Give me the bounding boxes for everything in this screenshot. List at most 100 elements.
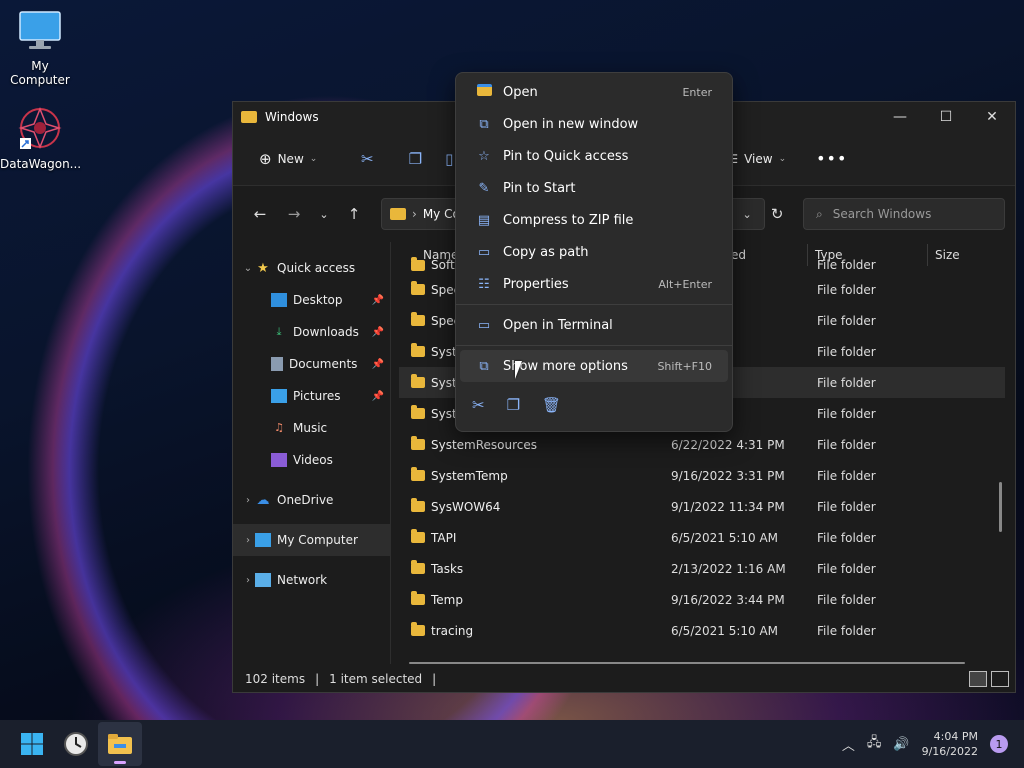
details-view-icon[interactable] — [969, 671, 987, 687]
notification-badge[interactable]: 1 — [990, 735, 1008, 753]
more-icon[interactable]: ••• — [816, 149, 847, 168]
sidebar-item-label: Documents — [289, 357, 358, 371]
terminal-icon: ▭ — [477, 317, 491, 333]
file-type: File folder — [817, 530, 876, 545]
status-bar: 102 items | 1 item selected | — [233, 666, 1015, 692]
chevron-down-icon[interactable]: ⌄ — [241, 263, 255, 274]
status-divider: | — [315, 672, 320, 686]
new-button[interactable]: ⊕ New ⌄ — [251, 144, 325, 174]
menu-item-copy-as-path[interactable]: ▭ Copy as path — [460, 236, 728, 268]
menu-item-label: Open in new window — [503, 116, 639, 132]
desktop-icon — [271, 293, 287, 307]
volume-icon[interactable]: 🔊 — [893, 737, 909, 752]
windows-logo-icon — [21, 733, 43, 755]
menu-item-open-in-terminal[interactable]: ▭ Open in Terminal — [460, 309, 728, 341]
video-icon — [271, 453, 287, 467]
sidebar-item-documents[interactable]: Documents 📌 — [233, 348, 390, 380]
up-arrow-icon[interactable]: ↑ — [337, 205, 371, 223]
table-row[interactable]: TAPI 6/5/2021 5:10 AM File folder — [399, 522, 1005, 553]
chevron-right-icon[interactable]: › — [241, 495, 255, 506]
view-label: View — [744, 151, 773, 166]
menu-item-compress-to-zip-file[interactable]: ▤ Compress to ZIP file — [460, 204, 728, 236]
sidebar-item-label: Network — [277, 573, 328, 587]
clock-app-button[interactable] — [54, 722, 98, 766]
minimize-button[interactable]: — — [877, 102, 923, 132]
document-icon — [271, 357, 283, 371]
file-name: Temp — [431, 592, 463, 607]
desktop-icon-datawagon[interactable]: DataWagon... — [0, 106, 81, 171]
refresh-icon[interactable]: ↻ — [771, 205, 784, 223]
cloud-icon: ☁ — [256, 493, 270, 508]
folder-icon — [411, 498, 425, 512]
delete-icon[interactable]: 🗑 — [542, 396, 561, 414]
sidebar-item-label: My Computer — [277, 533, 358, 547]
maximize-button[interactable]: ☐ — [923, 102, 969, 132]
table-row[interactable]: Tasks 2/13/2022 1:16 AM File folder — [399, 553, 1005, 584]
sidebar-item-quick-access[interactable]: ⌄ ★ Quick access — [233, 252, 390, 284]
file-type: File folder — [817, 437, 876, 452]
menu-item-pin-to-start[interactable]: ✎ Pin to Start — [460, 172, 728, 204]
back-arrow-icon[interactable]: ← — [243, 205, 277, 223]
sidebar-item-pictures[interactable]: Pictures 📌 — [233, 380, 390, 412]
download-icon: ⤓ — [276, 325, 282, 338]
vertical-scrollbar[interactable] — [999, 482, 1002, 532]
sidebar-item-downloads[interactable]: ⤓ Downloads 📌 — [233, 316, 390, 348]
table-row[interactable]: Temp 9/16/2022 3:44 PM File folder — [399, 584, 1005, 615]
window-title: Windows — [265, 110, 319, 124]
sidebar-item-label: OneDrive — [277, 493, 334, 507]
table-row[interactable]: SystemTemp 9/16/2022 3:31 PM File folder — [399, 460, 1005, 491]
sidebar-item-music[interactable]: ♫ Music — [233, 412, 390, 444]
folder-icon — [411, 256, 425, 271]
desktop-icon-my-computer[interactable]: My Computer — [0, 10, 80, 87]
file-type: File folder — [817, 406, 876, 421]
tiles-view-icon[interactable] — [991, 671, 1009, 687]
horizontal-scrollbar[interactable] — [409, 662, 965, 664]
search-box[interactable]: ⌕ Search Windows — [803, 198, 1005, 230]
taskbar: ︿ 🖧 🔊 4:04 PM 9/16/2022 1 — [0, 720, 1024, 768]
sidebar-item-videos[interactable]: Videos — [233, 444, 390, 476]
menu-item-pin-to-quick-access[interactable]: ☆ Pin to Quick access — [460, 140, 728, 172]
properties-icon: ☷ — [478, 276, 490, 292]
folder-icon — [411, 560, 425, 574]
menu-item-show-more-options[interactable]: ⧉ Show more options Shift+F10 — [460, 350, 728, 382]
sidebar-item-label: Downloads — [293, 325, 359, 339]
folder-icon — [411, 622, 425, 636]
cut-icon[interactable]: ✂ — [472, 396, 485, 414]
menu-item-open[interactable]: Open Enter — [460, 76, 728, 108]
menu-item-shortcut: Shift+F10 — [657, 359, 712, 373]
file-type: File folder — [817, 258, 876, 272]
search-input[interactable]: Search Windows — [833, 207, 932, 221]
network-icon — [255, 573, 271, 587]
address-dropdown-icon[interactable]: ⌄ — [743, 208, 752, 221]
sidebar-item-onedrive[interactable]: › ☁ OneDrive — [233, 484, 390, 516]
file-name: tracing — [431, 623, 474, 638]
menu-item-label: Properties — [503, 276, 569, 292]
menu-item-properties[interactable]: ☷ Properties Alt+Enter — [460, 268, 728, 300]
folder-icon — [390, 208, 406, 220]
copy-icon[interactable]: ❐ — [391, 150, 439, 168]
table-row[interactable]: SysWOW64 9/1/2022 11:34 PM File folder — [399, 491, 1005, 522]
sidebar-item-my-computer[interactable]: › My Computer — [233, 524, 390, 556]
copy-icon[interactable]: ❐ — [507, 396, 520, 414]
file-date: 6/5/2021 5:10 AM — [671, 623, 779, 638]
sidebar-item-network[interactable]: › Network — [233, 564, 390, 596]
sidebar-item-label: Quick access — [277, 261, 356, 275]
chevron-right-icon[interactable]: › — [241, 575, 255, 586]
menu-item-open-in-new-window[interactable]: ⧉ Open in new window — [460, 108, 728, 140]
start-button[interactable] — [10, 722, 54, 766]
recent-chevron-icon[interactable]: ⌄ — [311, 208, 337, 221]
address-actions: ⌄ ↻ — [733, 198, 793, 230]
show-hidden-icons-chevron-icon[interactable]: ︿ — [842, 735, 855, 754]
star-icon: ★ — [257, 261, 269, 276]
network-status-icon[interactable]: 🖧 — [867, 733, 882, 755]
sidebar-item-desktop[interactable]: Desktop 📌 — [233, 284, 390, 316]
table-row[interactable]: SystemResources 6/22/2022 4:31 PM File fol… — [399, 429, 1005, 460]
table-row[interactable]: tracing 6/5/2021 5:10 AM File folder — [399, 615, 1005, 646]
chevron-right-icon[interactable]: › — [241, 535, 255, 546]
forward-arrow-icon[interactable]: → — [277, 205, 311, 223]
system-tray: ︿ 🖧 🔊 4:04 PM 9/16/2022 1 — [842, 729, 1024, 759]
close-button[interactable]: ✕ — [969, 102, 1015, 132]
file-explorer-taskbar-button[interactable] — [98, 722, 142, 766]
cut-icon[interactable]: ✂ — [343, 150, 391, 168]
taskbar-clock[interactable]: 4:04 PM 9/16/2022 — [922, 729, 978, 759]
